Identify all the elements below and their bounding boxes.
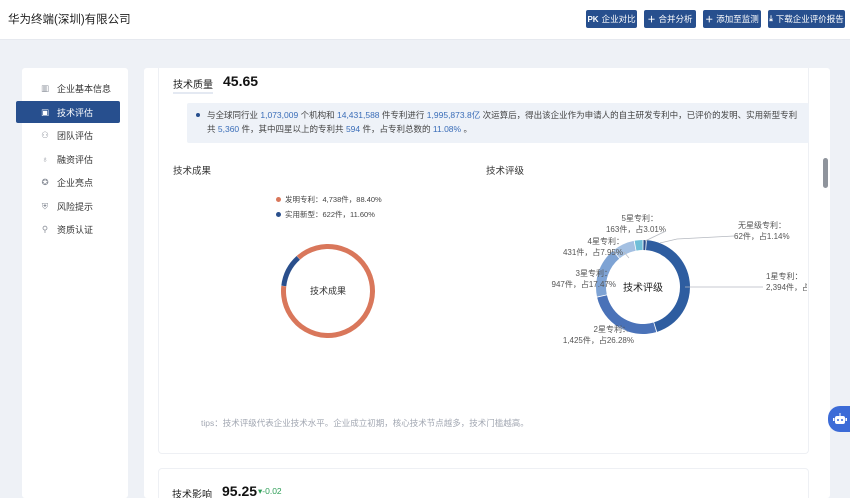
donut-slice-无星级专利[interactable]	[643, 240, 646, 251]
sidebar-item-tech-eval[interactable]: ▣ 技术评估	[16, 101, 120, 123]
shield-icon: ⛨	[41, 200, 49, 211]
top-bar: 华为终端(深圳)有限公司 PK 企业对比 ＋合并分析 ＋添加至监测 ⤓ 下载企业评价…	[0, 0, 850, 40]
label-1star-name: 1星专利：	[766, 271, 802, 281]
sidebar-item-finance-eval[interactable]: ♁ 融资评估	[22, 148, 128, 170]
sidebar-item-certification[interactable]: ⚲ 资质认证	[22, 218, 128, 240]
medal-icon: ✪	[41, 176, 49, 187]
tech-impact-score: 95.25	[222, 483, 258, 498]
pk-compare-button[interactable]: PK 企业对比	[586, 10, 637, 28]
building-icon: ▥	[40, 82, 50, 93]
evaluated-count: 5,360	[217, 124, 240, 134]
tech-quality-label: 技术质量	[173, 76, 213, 94]
tips-text: tips：技术评级代表企业技术水平。企业成立初期，核心技术节点越多，技术门槛越高…	[201, 418, 529, 428]
four-star-count: 594	[345, 124, 361, 134]
tech-impact-delta: ▾-0.02	[258, 486, 282, 496]
four-star-percent: 11.08%	[432, 124, 462, 134]
sidebar: ▥ 企业基本信息 ▣ 技术评估 ⚇ 团队评估 ♁ 融资评估 ✪ 企业亮点 ⛨ 风险提示 ⚲ 资…	[16, 68, 128, 498]
label-4star-value: 431件，占7.95%	[563, 247, 623, 257]
tech-quality-card: 技术质量 45.65 与全球同行业 1,073,009 个机构和 14,431,…	[158, 68, 809, 454]
achievements-title: 技术成果	[173, 166, 212, 177]
team-icon: ⚇	[41, 129, 49, 140]
sidebar-item-highlights[interactable]: ✪ 企业亮点	[22, 171, 128, 193]
label-no-star-value: 62件，占1.14%	[734, 231, 790, 241]
label-5star-name: 5星专利：	[622, 213, 658, 223]
robot-icon	[833, 413, 847, 424]
sidebar-item-basic-info[interactable]: ▥ 企业基本信息	[22, 77, 128, 99]
add-monitor-button[interactable]: ＋添加至监测	[703, 10, 761, 28]
label-4star-name: 4星专利：	[588, 236, 624, 246]
donut-slice-5星专利[interactable]	[634, 240, 643, 251]
tech-quality-score: 45.65	[223, 73, 259, 89]
company-name: 华为终端(深圳)有限公司	[8, 14, 131, 26]
leader-line-no-star	[659, 235, 735, 244]
sidebar-item-team-eval[interactable]: ⚇ 团队评估	[22, 124, 128, 146]
tech-impact-card: 技术影响 95.25 ▾-0.02	[158, 468, 809, 498]
plus-icon: ＋	[705, 14, 714, 24]
pk-icon: PK	[587, 14, 599, 24]
download-report-button[interactable]: ⤓ 下载企业评价报告	[768, 10, 845, 28]
org-count: 1,073,009	[260, 110, 299, 120]
operation-count: 1,995,873.8亿	[426, 110, 481, 120]
rating-donut-chart: 技术评级 无星级专利： 62件，占1.14% 1星专利： 2,394件，占44.…	[552, 213, 807, 345]
bullet-dot	[196, 113, 200, 117]
patent-count: 14,431,588	[336, 110, 380, 120]
tech-impact-label: 技术影响	[172, 486, 212, 498]
certificate-icon: ⚲	[41, 223, 49, 234]
merge-analysis-button[interactable]: ＋合并分析	[644, 10, 696, 28]
chip-icon: ▣	[40, 106, 50, 117]
label-3star-value: 947件，占17.47%	[552, 279, 616, 289]
sidebar-item-risk[interactable]: ⛨ 风险提示	[22, 195, 128, 217]
label-2star-value: 1,425件，占26.28%	[563, 335, 634, 345]
label-1star-value: 2,394件，占44.15%	[766, 282, 807, 292]
label-5star-value: 163件，占3.01%	[606, 224, 666, 234]
label-no-star-name: 无星级专利：	[738, 220, 786, 230]
label-3star-name: 3星专利：	[576, 268, 612, 278]
rating-center-label: 技术评级	[623, 281, 663, 294]
download-icon: ⤓	[769, 14, 773, 23]
scrollbar-thumb[interactable]	[823, 158, 828, 188]
rating-title: 技术评级	[486, 166, 525, 177]
assistant-robot-button[interactable]	[828, 406, 850, 432]
label-2star-name: 2星专利：	[594, 324, 630, 334]
main-content: 技术质量 45.65 与全球同行业 1,073,009 个机构和 14,431,…	[144, 68, 830, 498]
money-bag-icon: ♁	[41, 154, 49, 164]
plus-icon: ＋	[647, 14, 656, 24]
info-box: 与全球同行业 1,073,009 个机构和 14,431,588 件专利进行 1…	[187, 103, 809, 143]
